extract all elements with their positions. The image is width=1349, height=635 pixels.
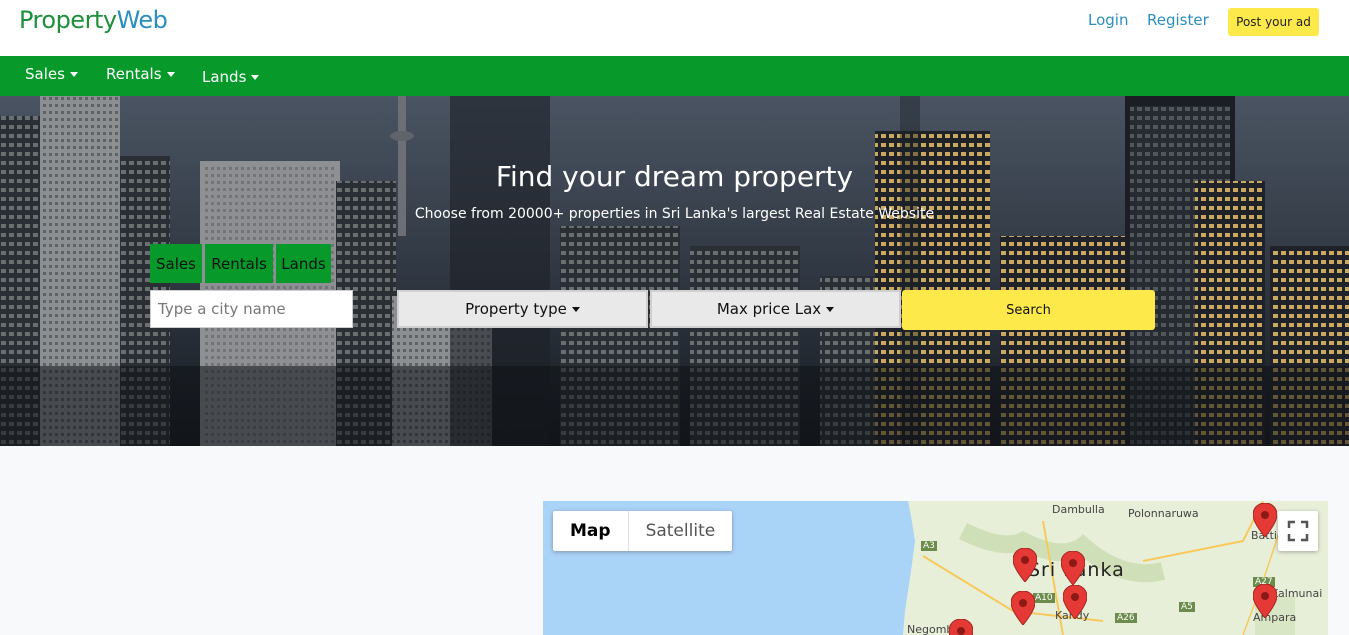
caret-down-icon bbox=[571, 306, 580, 312]
city-skyline-image bbox=[0, 96, 1349, 446]
map-pin-icon[interactable] bbox=[1253, 503, 1277, 537]
map-type-control: Map Satellite bbox=[553, 511, 733, 551]
road-shield: A3 bbox=[921, 541, 937, 551]
property-type-label: Property type bbox=[465, 300, 567, 318]
nav-item-lands[interactable]: Lands bbox=[202, 68, 260, 86]
top-header: PropertyWeb Login Register Post your ad bbox=[0, 0, 1349, 56]
map-place-label: Kalmunai bbox=[1271, 587, 1323, 600]
map-pin-icon[interactable] bbox=[1253, 584, 1277, 618]
map-type-map-button[interactable]: Map bbox=[553, 511, 629, 551]
login-link[interactable]: Login bbox=[1088, 11, 1128, 29]
fullscreen-icon bbox=[1287, 520, 1309, 542]
nav-item-label: Lands bbox=[202, 68, 247, 86]
nav-item-rentals[interactable]: Rentals bbox=[106, 65, 175, 83]
hero-banner: Find your dream property Choose from 200… bbox=[0, 96, 1349, 446]
search-tab-rentals[interactable]: Rentals bbox=[205, 244, 273, 283]
main-navbar: Sales Rentals Lands bbox=[0, 56, 1349, 96]
map-pin-icon[interactable] bbox=[1013, 548, 1037, 582]
post-ad-button[interactable]: Post your ad bbox=[1228, 8, 1319, 36]
map-type-satellite-button[interactable]: Satellite bbox=[629, 511, 733, 551]
max-price-label: Max price Lax bbox=[716, 300, 822, 318]
fullscreen-button[interactable] bbox=[1278, 511, 1318, 551]
caret-down-icon bbox=[251, 74, 260, 80]
nav-item-sales[interactable]: Sales bbox=[25, 65, 78, 83]
nav-item-label: Rentals bbox=[106, 65, 162, 83]
map-pin-icon[interactable] bbox=[949, 619, 973, 635]
map-place-label: Dambulla bbox=[1052, 503, 1105, 516]
map-pin-icon[interactable] bbox=[1061, 551, 1085, 585]
max-price-dropdown[interactable]: Max price Lax bbox=[650, 290, 901, 328]
register-link[interactable]: Register bbox=[1147, 11, 1209, 29]
property-type-dropdown[interactable]: Property type bbox=[397, 290, 648, 328]
caret-down-icon bbox=[69, 71, 78, 77]
brand-part-property: Property bbox=[19, 6, 117, 34]
caret-down-icon bbox=[826, 306, 835, 312]
nav-item-label: Sales bbox=[25, 65, 65, 83]
map-pin-icon[interactable] bbox=[1011, 591, 1035, 625]
search-tab-lands[interactable]: Lands bbox=[276, 244, 331, 283]
hero-title: Find your dream property bbox=[495, 160, 854, 193]
property-map[interactable]: Dambulla Polonnaruwa Kandy Batticaloa Ka… bbox=[543, 501, 1328, 635]
search-button[interactable]: Search bbox=[902, 290, 1155, 330]
brand-part-web: Web bbox=[116, 6, 168, 34]
road-shield: A5 bbox=[1179, 602, 1195, 612]
city-search-input[interactable] bbox=[150, 290, 353, 328]
brand-logo[interactable]: PropertyWeb bbox=[19, 6, 168, 34]
caret-down-icon bbox=[166, 71, 175, 77]
road-shield: A26 bbox=[1115, 613, 1137, 623]
map-place-label: Polonnaruwa bbox=[1128, 507, 1199, 520]
road-shield: A10 bbox=[1033, 593, 1055, 603]
map-pin-icon[interactable] bbox=[1063, 585, 1087, 619]
hero-subtitle: Choose from 20000+ properties in Sri Lan… bbox=[414, 206, 935, 222]
search-tab-sales[interactable]: Sales bbox=[150, 244, 202, 283]
